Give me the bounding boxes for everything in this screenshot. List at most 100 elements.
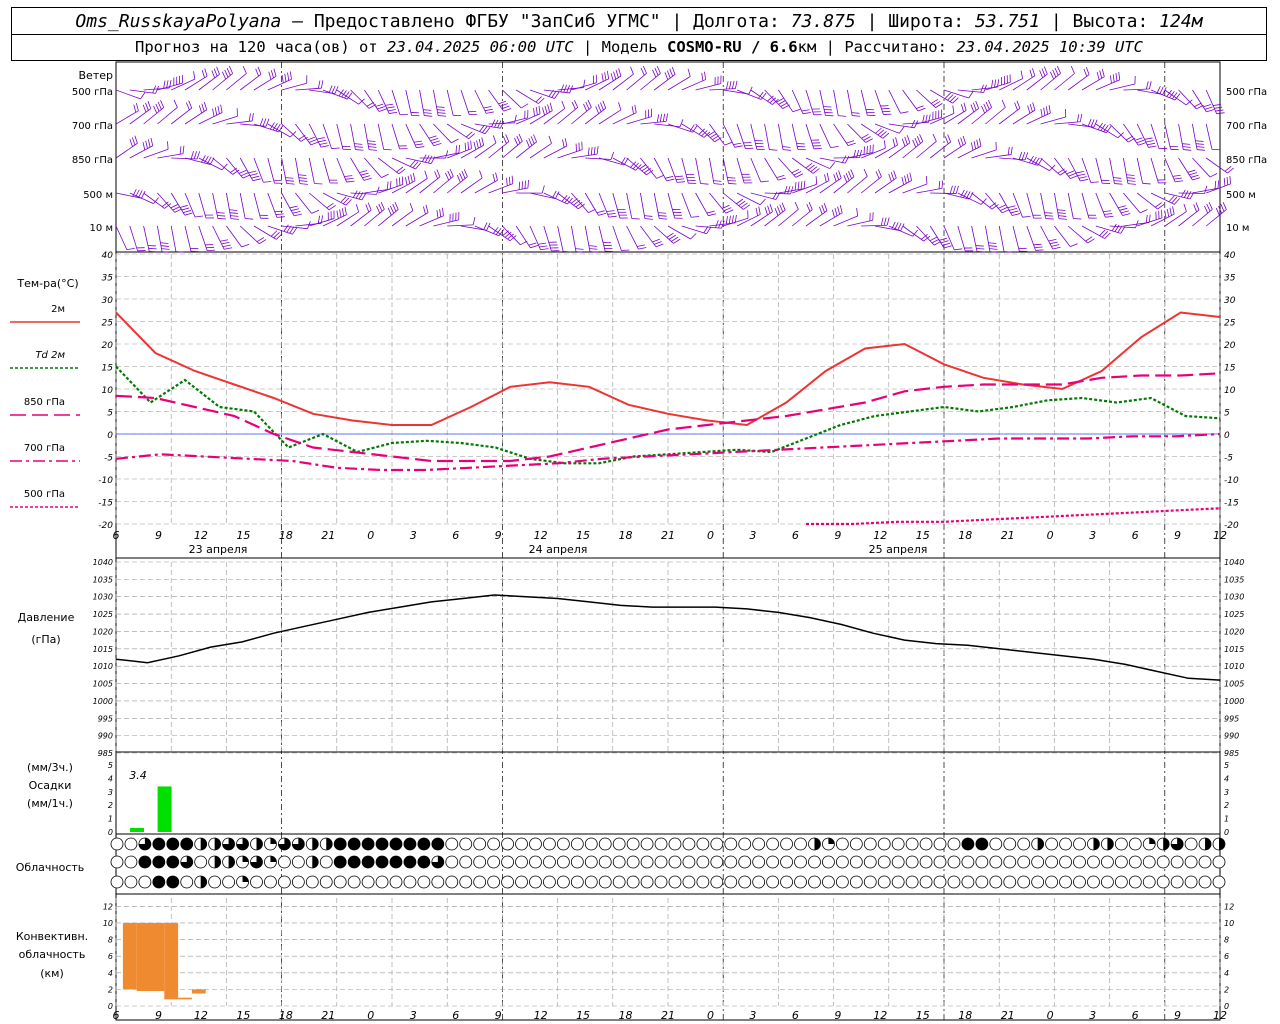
wind-barb-flag bbox=[362, 175, 371, 179]
wind-barb-flag bbox=[961, 104, 964, 113]
cloud-circle bbox=[501, 875, 514, 889]
wind-barb bbox=[985, 192, 1003, 214]
wind-barb bbox=[930, 113, 955, 125]
cloud-symbol bbox=[431, 855, 445, 869]
wind-barb-flag bbox=[390, 205, 395, 214]
cloud-circle bbox=[1087, 875, 1100, 889]
wind-barb-flag bbox=[160, 100, 165, 108]
wind-barb bbox=[446, 89, 454, 116]
cloud-symbol bbox=[1101, 875, 1114, 889]
wind-barb-flag bbox=[709, 133, 718, 139]
cloud-symbol bbox=[556, 875, 570, 889]
wind-barb-flag bbox=[228, 65, 233, 74]
wind-barb-flag bbox=[310, 141, 319, 146]
cloud-symbol bbox=[849, 855, 863, 869]
cloud-circle bbox=[863, 855, 877, 869]
wind-barb-flag bbox=[674, 175, 683, 178]
wind-barb-flag bbox=[224, 247, 233, 250]
cloud-fill-half bbox=[326, 838, 333, 850]
wind-barb-flag bbox=[226, 67, 231, 76]
wind-barb bbox=[888, 123, 915, 129]
wind-barb-flag bbox=[346, 180, 355, 183]
cloud-symbol bbox=[1128, 855, 1142, 869]
wind-barb bbox=[626, 192, 633, 219]
wind-barb-flag bbox=[901, 176, 905, 185]
temp-tick-left: 35 bbox=[102, 274, 114, 284]
wind-barb-flag bbox=[955, 185, 959, 194]
cloud-circle bbox=[1003, 837, 1017, 851]
cloud-circle bbox=[766, 837, 780, 851]
wind-barb bbox=[281, 225, 308, 230]
cloud-symbol bbox=[375, 837, 389, 851]
cloud-circle bbox=[1184, 875, 1198, 889]
wind-barb bbox=[791, 123, 799, 150]
cloud-symbol bbox=[222, 855, 235, 869]
cloud-symbol bbox=[250, 837, 263, 851]
cloud-fill-half bbox=[312, 856, 319, 868]
cloud-circle bbox=[1059, 875, 1072, 889]
wind-barb-flag bbox=[588, 208, 596, 213]
cloud-symbol bbox=[305, 875, 319, 889]
pressure-tick-left: 1005 bbox=[93, 680, 113, 689]
wind-barb bbox=[833, 89, 839, 116]
wind-barb bbox=[1026, 225, 1037, 251]
wind-barb-flag bbox=[596, 210, 605, 214]
cloud-symbol bbox=[389, 855, 403, 869]
wind-barb-flag bbox=[597, 104, 602, 112]
wind-barb bbox=[212, 225, 225, 250]
cloud-symbol bbox=[933, 855, 947, 869]
cloud-fill-half bbox=[256, 838, 263, 850]
bottom-x-tick: 6 bbox=[113, 1009, 120, 1022]
wind-level-label-left: 700 гПа bbox=[72, 121, 113, 132]
cloud-circle bbox=[194, 855, 208, 869]
cloud-symbol bbox=[989, 855, 1003, 869]
wind-barb-flag bbox=[671, 66, 676, 75]
wind-barb-flag bbox=[797, 181, 800, 190]
wind-barb-flag bbox=[252, 178, 261, 182]
wind-barb-flag bbox=[613, 71, 617, 80]
wind-barb bbox=[1040, 192, 1047, 219]
wind-barb-flag bbox=[367, 202, 372, 211]
pressure-tick-right: 1015 bbox=[1224, 645, 1244, 654]
wind-barb-flag bbox=[307, 136, 315, 141]
wind-barb-flag bbox=[772, 191, 778, 199]
cloud-symbol bbox=[877, 855, 891, 869]
cloud-symbol bbox=[543, 837, 556, 851]
wind-barb-flag bbox=[1220, 203, 1225, 212]
wind-barb bbox=[488, 89, 505, 112]
wind-barb-flag bbox=[221, 242, 230, 245]
wind-barb-flag bbox=[1101, 68, 1105, 77]
wind-barb-flag bbox=[344, 175, 353, 177]
wind-barb-flag bbox=[962, 135, 967, 144]
wind-barb-flag bbox=[561, 100, 566, 109]
cloud-symbol bbox=[947, 855, 961, 869]
cloud-symbol bbox=[975, 855, 989, 869]
cloud-symbol bbox=[375, 855, 389, 869]
wind-barb-flag bbox=[241, 243, 250, 248]
wind-barb-flag bbox=[320, 80, 324, 89]
wind-barb-flag bbox=[320, 145, 329, 148]
wind-barb-flag bbox=[706, 210, 715, 214]
wind-barb-flag bbox=[1045, 218, 1054, 220]
wind-barb-flag bbox=[442, 207, 444, 216]
wind-barb-flag bbox=[360, 172, 369, 176]
wind-barb-flag bbox=[314, 183, 323, 185]
wind-barb-flag bbox=[538, 105, 541, 114]
cloud-symbol bbox=[752, 855, 766, 869]
wind-barb bbox=[847, 219, 873, 227]
cloud-circle bbox=[752, 855, 766, 869]
wind-barb bbox=[405, 89, 412, 116]
wind-barb bbox=[943, 110, 967, 125]
wind-barb-flag bbox=[483, 222, 488, 230]
cloud-symbol bbox=[166, 855, 180, 869]
wind-barb-flag bbox=[1216, 112, 1225, 115]
wind-barb bbox=[612, 157, 636, 171]
wind-barb-flag bbox=[1007, 146, 1010, 156]
cloud-circle bbox=[1114, 837, 1128, 851]
cloud-symbol bbox=[947, 875, 961, 889]
cloud-symbol bbox=[110, 855, 124, 869]
wind-barb-flag bbox=[863, 136, 871, 141]
wind-barb-flag bbox=[767, 205, 771, 214]
wind-barb-flag bbox=[1127, 183, 1136, 185]
cloud-symbol bbox=[152, 855, 166, 869]
